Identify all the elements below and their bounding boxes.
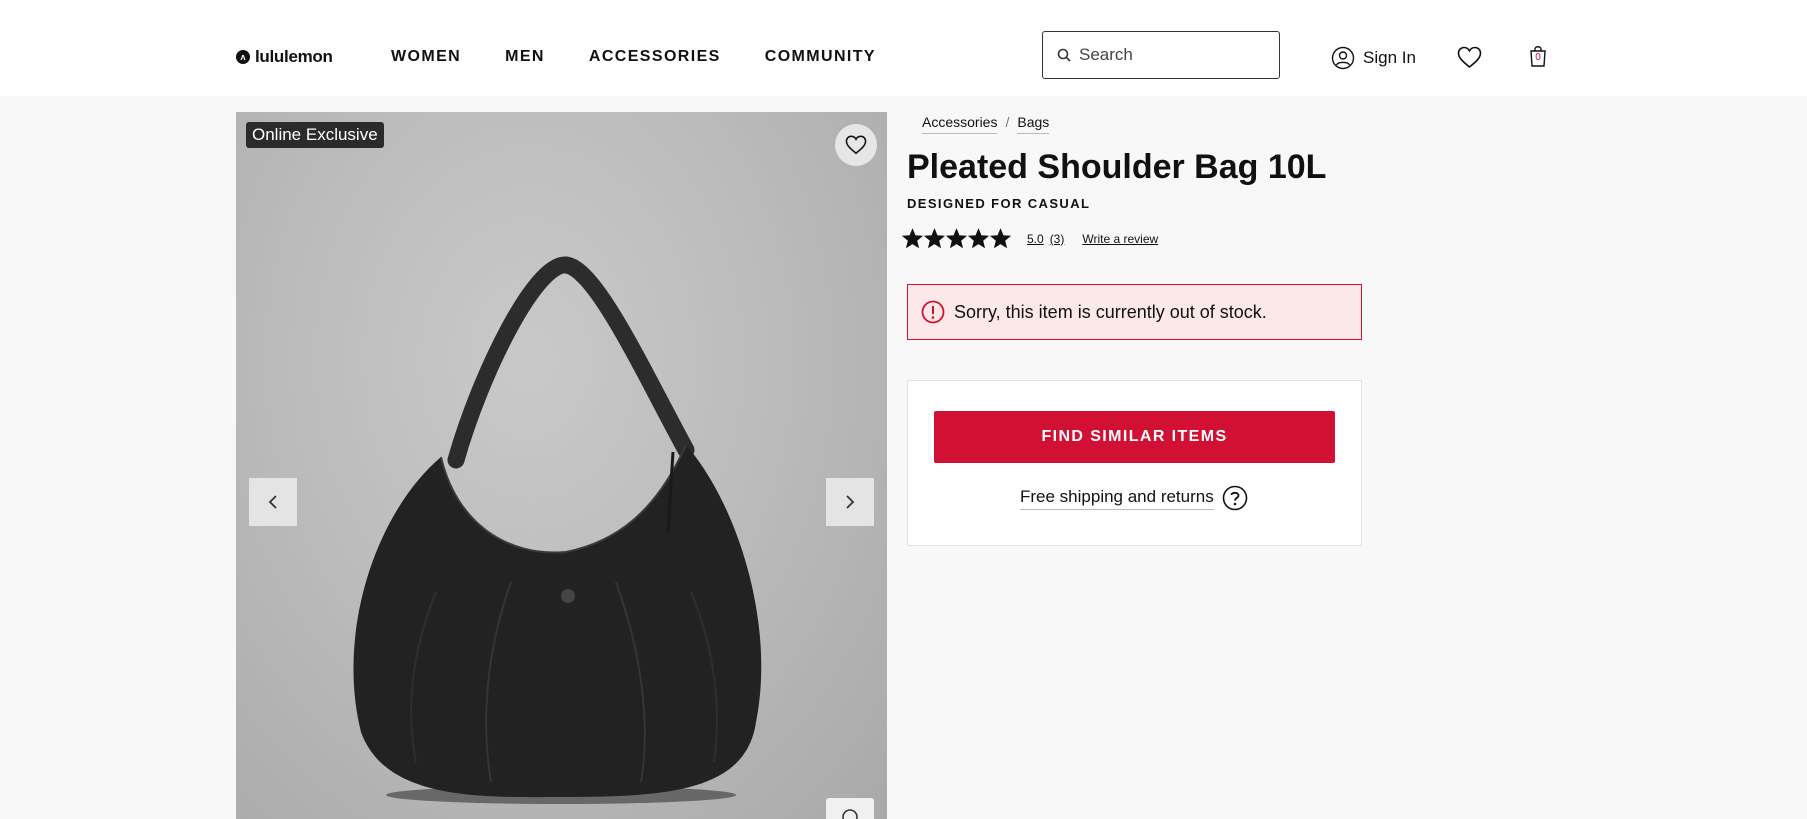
out-of-stock-alert: Sorry, this item is currently out of sto…	[907, 284, 1362, 340]
main-nav: WOMEN MEN ACCESSORIES COMMUNITY	[391, 48, 920, 66]
wishlist-button[interactable]	[1457, 46, 1482, 74]
cart-count: 0	[1535, 52, 1541, 63]
breadcrumb-bags[interactable]: Bags	[1017, 114, 1050, 134]
star-icon	[968, 228, 989, 249]
search-box[interactable]	[1042, 31, 1280, 79]
product-title: Pleated Shoulder Bag 10L	[907, 148, 1327, 186]
search-input[interactable]	[1079, 45, 1259, 65]
heart-icon	[1457, 46, 1482, 69]
product-rating: 5.0 (3) Write a review	[902, 228, 1158, 249]
account-icon	[1331, 46, 1355, 70]
star-icon	[990, 228, 1011, 249]
nav-item-accessories[interactable]: ACCESSORIES	[589, 48, 721, 66]
image-wishlist-button[interactable]	[835, 124, 877, 166]
product-image	[353, 256, 762, 804]
product-image-gallery: Online Exclusive	[236, 112, 887, 819]
breadcrumb-accessories[interactable]: Accessories	[922, 114, 998, 134]
nav-item-community[interactable]: COMMUNITY	[765, 48, 876, 66]
review-count-link[interactable]: (3)	[1050, 232, 1065, 246]
previous-image-button[interactable]	[249, 478, 297, 526]
breadcrumb: Accessories / Bags	[922, 114, 1050, 134]
product-subtitle: DESIGNED FOR CASUAL	[907, 196, 1091, 211]
free-shipping-link[interactable]: Free shipping and returns	[1020, 487, 1214, 510]
breadcrumb-separator: /	[1005, 114, 1010, 130]
chevron-left-icon	[268, 495, 277, 509]
rating-stars	[902, 228, 1011, 249]
next-image-button[interactable]	[826, 478, 874, 526]
help-icon[interactable]	[1222, 485, 1248, 511]
sign-in-link[interactable]: Sign In	[1331, 46, 1416, 70]
online-exclusive-badge: Online Exclusive	[246, 122, 384, 148]
nav-item-women[interactable]: WOMEN	[391, 48, 461, 66]
star-icon	[902, 228, 923, 249]
cart-button[interactable]: 0	[1528, 44, 1548, 73]
find-similar-items-button[interactable]: FIND SIMILAR ITEMS	[934, 411, 1335, 463]
nav-item-men[interactable]: MEN	[505, 48, 545, 66]
shipping-info: Free shipping and returns	[1020, 485, 1248, 511]
rating-score-link[interactable]: 5.0	[1027, 232, 1044, 246]
logo-text: lululemon	[255, 47, 333, 66]
site-header: ᴧ lululemon WOMEN MEN ACCESSORIES COMMUN…	[0, 0, 1807, 96]
write-review-link[interactable]: Write a review	[1082, 232, 1158, 246]
search-icon	[1057, 48, 1071, 62]
out-of-stock-message: Sorry, this item is currently out of sto…	[954, 301, 1267, 322]
logo-mark-icon: ᴧ	[236, 50, 250, 64]
alert-icon	[921, 300, 945, 324]
sign-in-label: Sign In	[1363, 48, 1416, 67]
lululemon-logo[interactable]: ᴧ lululemon	[236, 47, 333, 67]
chevron-right-icon	[846, 495, 855, 509]
zoom-button[interactable]	[826, 798, 874, 819]
star-icon	[946, 228, 967, 249]
purchase-card: FIND SIMILAR ITEMS Free shipping and ret…	[907, 380, 1362, 546]
star-icon	[924, 228, 945, 249]
zoom-icon	[842, 809, 858, 819]
heart-icon	[845, 135, 867, 155]
